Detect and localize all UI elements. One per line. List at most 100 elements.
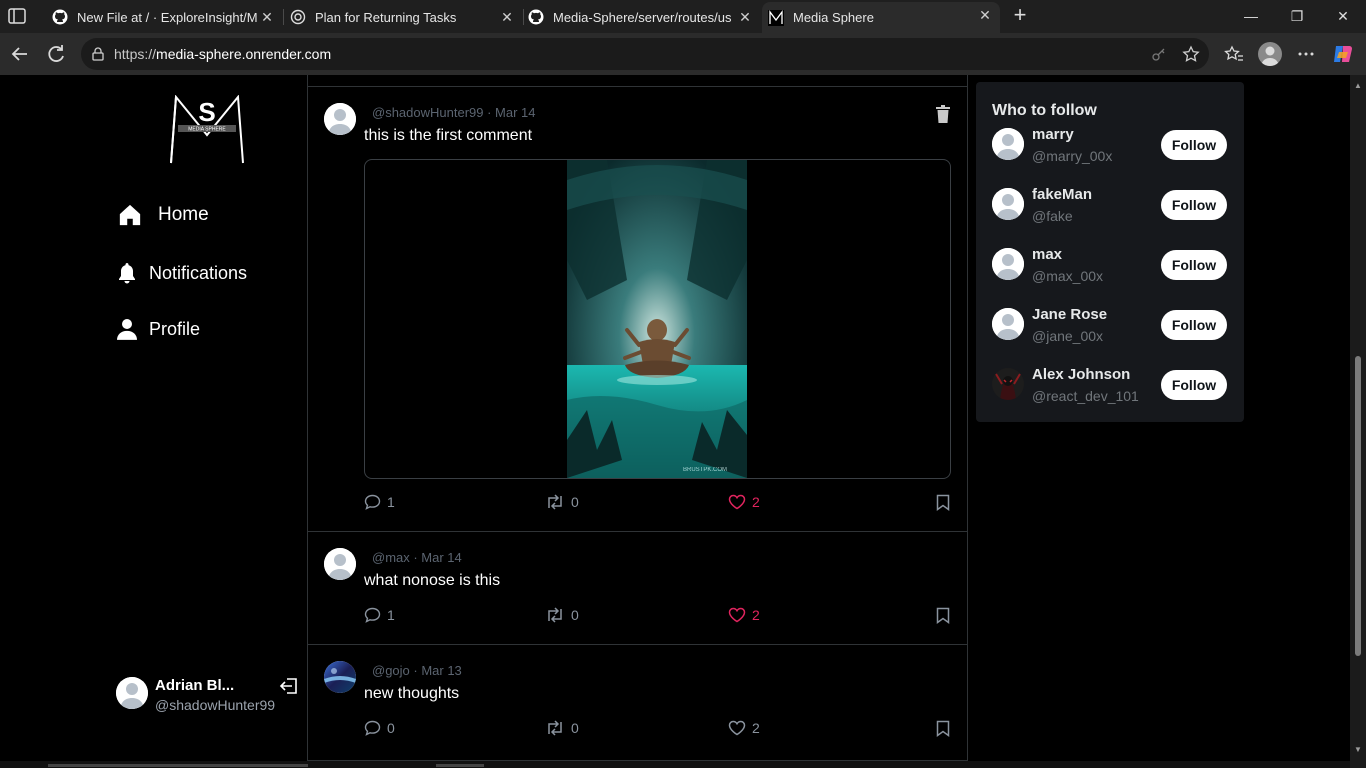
- tab-plan-returning-tasks[interactable]: Plan for Returning Tasks ✕: [284, 4, 522, 30]
- comment-button[interactable]: 1: [364, 607, 395, 623]
- follow-button[interactable]: Follow: [1161, 370, 1227, 400]
- post-actions: 0 0 2: [364, 720, 952, 740]
- suggested-user-handle: @jane_00x: [1032, 328, 1104, 344]
- repost-count: 0: [571, 494, 579, 510]
- repost-icon: [548, 607, 562, 623]
- post-text: what nonose is this: [364, 572, 501, 589]
- post-text: this is the first comment: [364, 127, 533, 144]
- user-avatar: [116, 677, 148, 709]
- post-meta: @shadowHunter99 · Mar 14: [372, 105, 536, 120]
- post-image[interactable]: BRUSTPK.COM: [567, 160, 747, 478]
- tab-title: Media-Sphere/server/routes/user.route.js: [553, 9, 731, 25]
- post-actions: 1 0 2: [364, 494, 952, 514]
- comment-icon: [364, 607, 381, 623]
- bookmark-icon[interactable]: [936, 607, 950, 624]
- post-card[interactable]: @max · Mar 14 what nonose is this 1 0 2: [308, 532, 967, 645]
- post-avatar[interactable]: [324, 103, 356, 135]
- new-tab-button[interactable]: +: [1009, 4, 1031, 27]
- post-actions: 1 0 2: [364, 607, 952, 627]
- like-count: 2: [752, 607, 760, 623]
- follow-button[interactable]: Follow: [1161, 190, 1227, 220]
- site-info-icon[interactable]: [90, 46, 106, 62]
- post-card[interactable]: @shadowHunter99 · Mar 14 this is the fir…: [308, 87, 967, 532]
- minimize-button[interactable]: —: [1228, 4, 1274, 28]
- follow-button[interactable]: Follow: [1161, 250, 1227, 280]
- favorites-icon[interactable]: [1224, 44, 1244, 64]
- left-sidebar: S MEDIA SPHERE Home Notifications Profil…: [5, 75, 307, 761]
- copilot-icon[interactable]: [1331, 42, 1355, 66]
- suggested-user[interactable]: marry @marry_00x Follow: [992, 126, 1232, 166]
- nav-notifications[interactable]: Notifications: [117, 261, 247, 285]
- comment-button[interactable]: 0: [364, 720, 395, 736]
- post-image-frame[interactable]: BRUSTPK.COM: [364, 159, 951, 479]
- current-user-card[interactable]: Adrian Bl... @shadowHunter99: [115, 675, 297, 719]
- feed: @shadowHunter99 · Mar 14 this is the fir…: [308, 75, 967, 761]
- tab-github-new-file[interactable]: New File at / · ExploreInsight/Media-Sph…: [44, 4, 282, 30]
- close-tab-icon[interactable]: ✕: [976, 6, 994, 24]
- back-icon[interactable]: [8, 42, 32, 66]
- tab-github-user-route[interactable]: Media-Sphere/server/routes/user.route.js…: [524, 4, 760, 30]
- media-sphere-favicon: [768, 9, 784, 26]
- suggested-user-name: marry: [1032, 126, 1074, 143]
- delete-icon[interactable]: [935, 105, 951, 123]
- like-button[interactable]: 2: [728, 720, 760, 736]
- home-icon: [118, 203, 142, 227]
- address-bar[interactable]: https://media-sphere.onrender.com: [81, 38, 1209, 70]
- suggested-user[interactable]: max @max_00x Follow: [992, 246, 1232, 286]
- suggested-user-name: fakeMan: [1032, 186, 1093, 203]
- nav-profile[interactable]: Profile: [117, 317, 200, 341]
- refresh-icon[interactable]: [44, 42, 68, 66]
- maximize-button[interactable]: ❐: [1274, 4, 1320, 28]
- suggested-user-handle: @marry_00x: [1032, 148, 1113, 164]
- follow-button[interactable]: Follow: [1161, 130, 1227, 160]
- repost-button[interactable]: 0: [545, 720, 579, 736]
- suggested-user-avatar: [992, 188, 1024, 220]
- profile-avatar[interactable]: [1258, 42, 1282, 66]
- bookmark-icon[interactable]: [936, 494, 950, 511]
- logout-icon[interactable]: [279, 676, 299, 696]
- media-sphere-logo[interactable]: S MEDIA SPHERE: [168, 95, 246, 167]
- comment-icon: [364, 494, 381, 510]
- bell-icon: [117, 261, 137, 285]
- bookmark-icon[interactable]: [936, 720, 950, 737]
- close-tab-icon[interactable]: ✕: [736, 8, 754, 26]
- post-card[interactable]: @gojo · Mar 13 new thoughts 0 0 2: [308, 645, 967, 761]
- user-name: Adrian Bl...: [155, 677, 235, 694]
- suggested-user[interactable]: Alex Johnson @react_dev_101 Follow: [992, 366, 1232, 406]
- scroll-thumb[interactable]: [1355, 356, 1361, 656]
- post-meta: @max · Mar 14: [372, 550, 462, 565]
- repost-icon: [548, 494, 562, 510]
- close-tab-icon[interactable]: ✕: [498, 8, 516, 26]
- user-icon: [117, 317, 137, 341]
- close-tab-icon[interactable]: ✕: [258, 8, 276, 26]
- post-avatar[interactable]: [324, 548, 356, 580]
- tab-media-sphere[interactable]: Media Sphere ✕: [762, 2, 1000, 33]
- suggested-user-handle: @react_dev_101: [1032, 388, 1139, 404]
- page-scrollbar[interactable]: ▲ ▼: [1350, 75, 1366, 768]
- suggested-user[interactable]: Jane Rose @jane_00x Follow: [992, 306, 1232, 346]
- post-avatar[interactable]: [324, 661, 356, 693]
- favorite-star-icon[interactable]: [1182, 45, 1200, 63]
- post-meta: @gojo · Mar 13: [372, 663, 462, 678]
- nav-home-label: Home: [158, 204, 209, 225]
- suggested-user-avatar: [992, 308, 1024, 340]
- comment-button[interactable]: 1: [364, 494, 395, 510]
- like-button[interactable]: 2: [728, 494, 760, 510]
- follow-button[interactable]: Follow: [1161, 310, 1227, 340]
- suggested-user[interactable]: fakeMan @fake Follow: [992, 186, 1232, 226]
- more-icon[interactable]: [1296, 44, 1316, 64]
- like-count: 2: [752, 494, 760, 510]
- nav-home[interactable]: Home: [118, 203, 209, 227]
- scroll-down-icon[interactable]: ▼: [1353, 745, 1363, 754]
- tab-actions-icon[interactable]: [8, 8, 26, 24]
- repost-button[interactable]: 0: [545, 494, 579, 510]
- scroll-up-icon[interactable]: ▲: [1353, 81, 1363, 90]
- repost-button[interactable]: 0: [545, 607, 579, 623]
- tab-title: New File at / · ExploreInsight/Media-Sph…: [77, 9, 257, 25]
- feed-right-border: [967, 75, 968, 761]
- close-window-button[interactable]: ✕: [1320, 4, 1366, 28]
- key-icon[interactable]: [1151, 46, 1167, 62]
- like-button[interactable]: 2: [728, 607, 760, 623]
- url-prefix: https://: [114, 46, 157, 62]
- suggested-user-avatar: [992, 248, 1024, 280]
